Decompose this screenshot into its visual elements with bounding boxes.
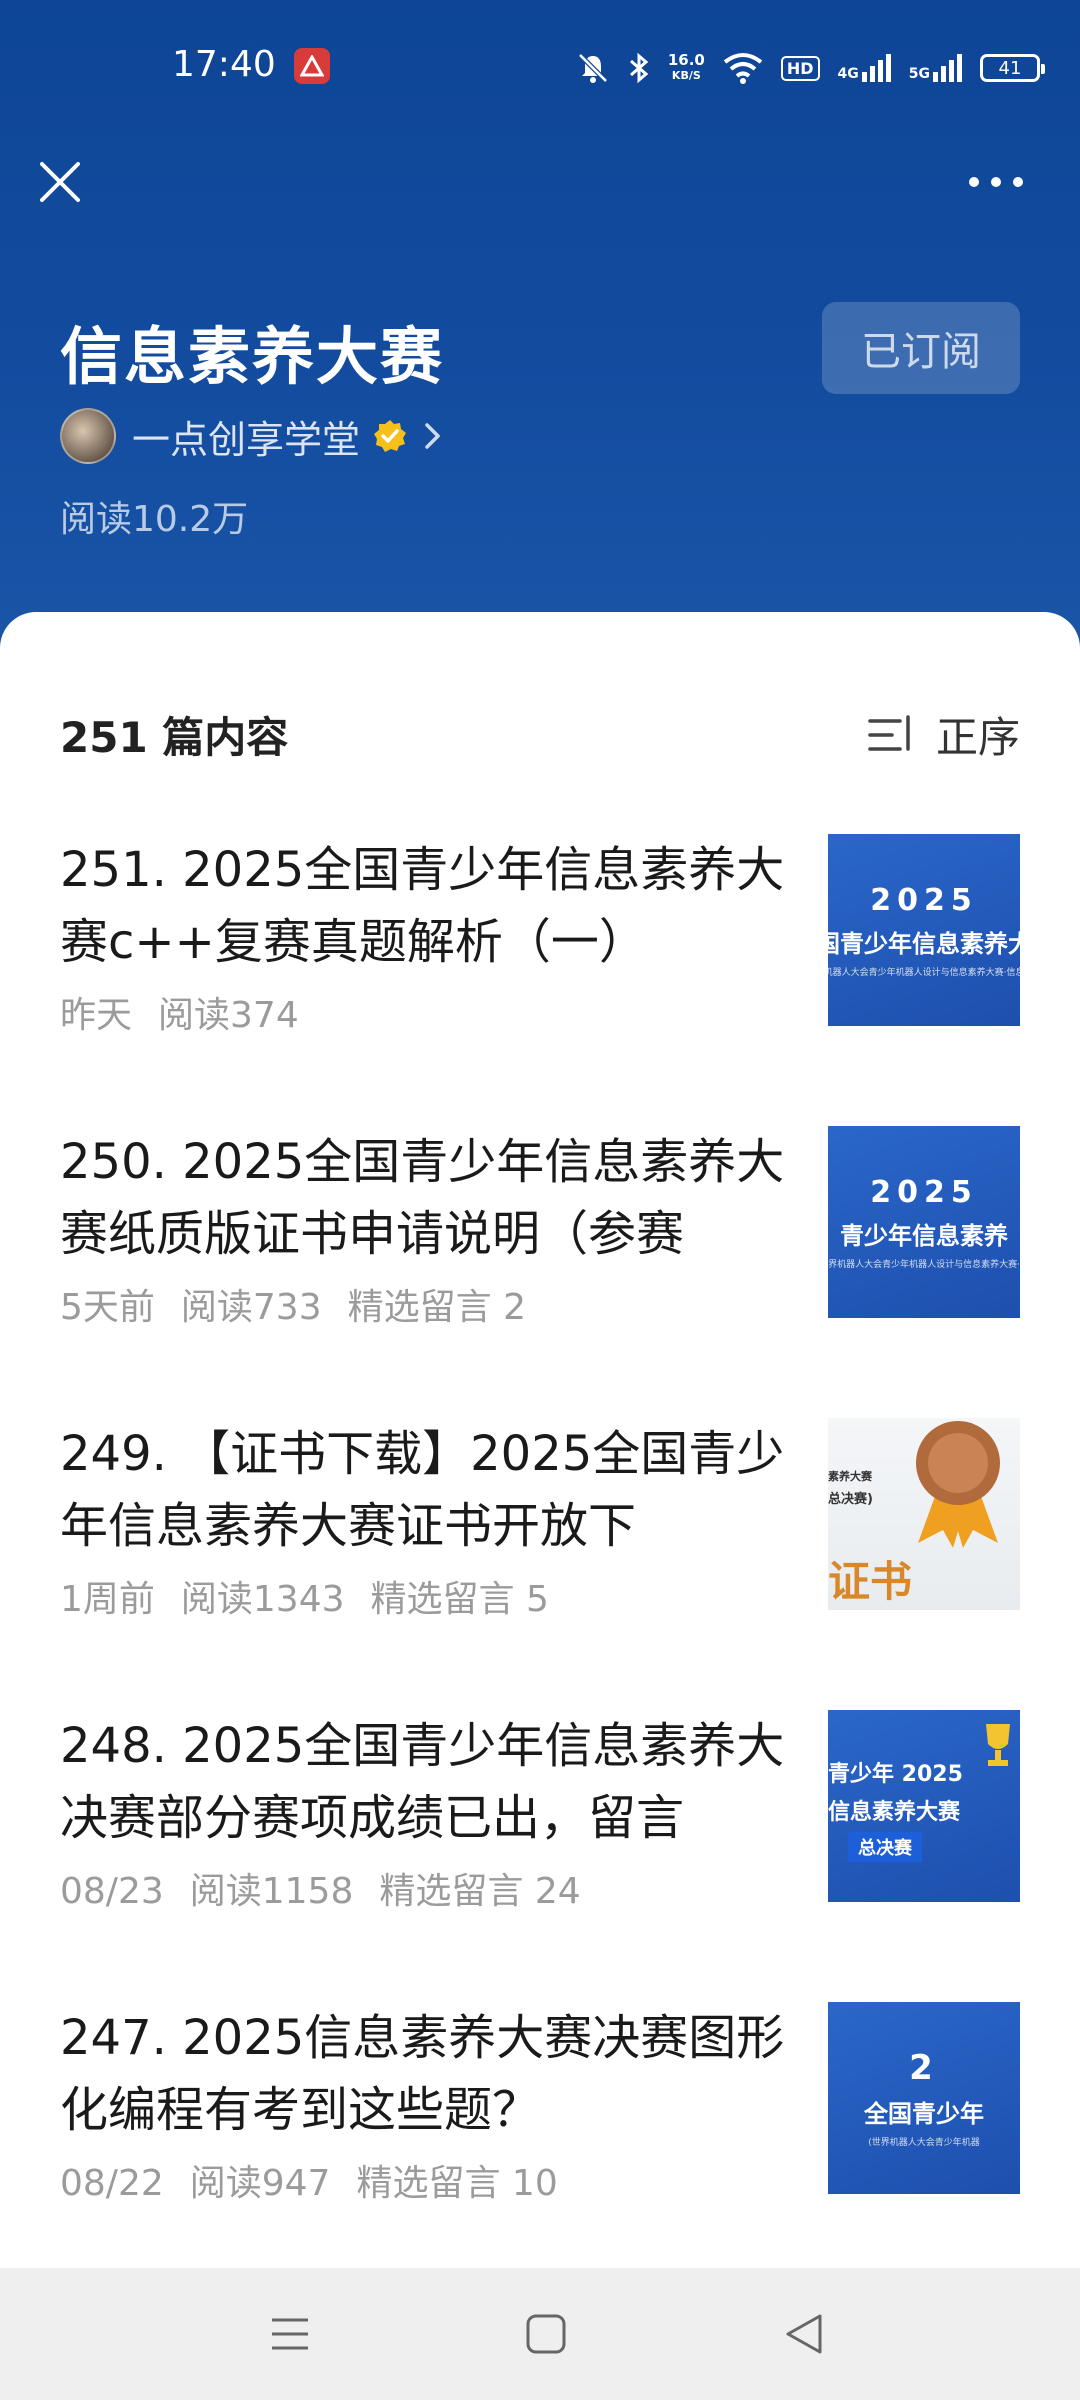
wifi-icon: [723, 53, 763, 84]
article-title: 248. 2025全国青少年信息素养大决赛部分赛项成绩已出，留言: [60, 1718, 785, 1846]
author-link[interactable]: 一点创享学堂: [60, 408, 444, 464]
status-time: 17:40: [172, 44, 276, 85]
article-reads: 阅读733: [180, 1287, 322, 1328]
total-reads: 阅读10.2万: [60, 499, 249, 540]
bluetooth-icon: [629, 52, 649, 84]
article-thumbnail: 2025 国青少年信息素养大 世界机器人大会青少年机器人设计与信息素养大赛·信息…: [828, 834, 1020, 1026]
article-comments: 精选留言 10: [356, 2163, 558, 2204]
close-icon[interactable]: [36, 158, 84, 206]
article-title: 250. 2025全国青少年信息素养大赛纸质版证书申请说明（参赛: [60, 1134, 785, 1262]
article-time: 1周前: [60, 1579, 155, 1620]
trophy-icon: [986, 1724, 1010, 1766]
signal-4g-icon: 4G: [838, 54, 891, 82]
more-icon[interactable]: [966, 166, 1026, 198]
header: 17:40 16.0 KB/S HD 4G 5G 41 信息素养大赛 已订阅 一…: [0, 0, 1080, 660]
article-meta: 5天前 阅读733 精选留言 2: [60, 1278, 552, 1330]
article-time: 08/22: [60, 2163, 164, 2204]
verified-badge-icon: [374, 420, 407, 452]
status-icons: 16.0 KB/S HD 4G 5G 41: [576, 44, 1045, 92]
article-meta: 08/22 阅读947 精选留言 10: [60, 2154, 584, 2206]
article-time: 08/23: [60, 1871, 164, 1912]
article-comments: 精选留言 5: [370, 1579, 549, 1620]
article-comments: 精选留言 24: [379, 1871, 581, 1912]
app-red-icon: [294, 48, 330, 84]
hd-icon: HD: [780, 55, 820, 81]
article-time: 昨天: [60, 995, 133, 1036]
subscribed-button[interactable]: 已订阅: [822, 302, 1020, 394]
author-name: 一点创享学堂: [132, 417, 361, 462]
article-meta: 08/23 阅读1158 精选留言 24: [60, 1862, 607, 1914]
article-item[interactable]: 248. 2025全国青少年信息素养大决赛部分赛项成绩已出，留言 08/23 阅读…: [0, 1710, 1080, 2004]
article-title: 249. 【证书下载】2025全国青少年信息素养大赛证书开放下: [60, 1426, 785, 1554]
article-item[interactable]: 247. 2025信息素养大赛决赛图形化编程有考到这些题？ 08/22 阅读947…: [0, 2002, 1080, 2296]
article-comments: 精选留言 2: [347, 1287, 526, 1328]
sort-icon: [868, 714, 910, 751]
article-title: 247. 2025信息素养大赛决赛图形化编程有考到这些题？: [60, 2010, 785, 2138]
signal-5g-icon: 5G: [909, 54, 962, 82]
avatar: [60, 408, 116, 464]
article-item[interactable]: 250. 2025全国青少年信息素养大赛纸质版证书申请说明（参赛 5天前 阅读73…: [0, 1126, 1080, 1420]
net-speed: 16.0 KB/S: [667, 51, 705, 82]
mute-bell-icon: [578, 53, 608, 83]
article-thumbnail: 2 全国青少年 (世界机器人大会青少年机器: [828, 2002, 1020, 2194]
article-reads: 阅读1158: [189, 1871, 354, 1912]
article-thumbnail: 青少年 2025 信息素养大赛 总决赛: [828, 1710, 1020, 1902]
article-meta: 昨天 阅读374: [60, 986, 351, 1038]
article-count: 251 篇内容: [60, 713, 289, 762]
article-meta: 1周前 阅读1343 精选留言 5: [60, 1570, 575, 1622]
article-list-sheet: 251 篇内容 正序 251. 2025全国青少年信息素养大赛c++复赛真题解析…: [0, 612, 1080, 2268]
article-item[interactable]: 249. 【证书下载】2025全国青少年信息素养大赛证书开放下 1周前 阅读134…: [0, 1418, 1080, 1712]
battery-icon: 41: [980, 54, 1045, 82]
back-nav-icon[interactable]: [782, 2312, 826, 2356]
home-nav-icon[interactable]: [524, 2312, 568, 2356]
article-time: 5天前: [60, 1287, 155, 1328]
sort-label: 正序: [935, 713, 1020, 762]
article-title: 251. 2025全国青少年信息素养大赛c++复赛真题解析（一）: [60, 842, 785, 970]
article-reads: 阅读947: [189, 2163, 331, 2204]
medal-icon: [916, 1421, 1000, 1548]
article-thumbnail: 素养大赛 总决赛) 证书: [828, 1418, 1020, 1610]
article-reads: 阅读374: [158, 995, 299, 1036]
collection-title: 信息素养大赛: [60, 320, 445, 393]
chevron-right-icon: [425, 423, 440, 449]
article-item[interactable]: 251. 2025全国青少年信息素养大赛c++复赛真题解析（一） 昨天 阅读374…: [0, 834, 1080, 1128]
sort-toggle[interactable]: 正序: [868, 704, 1020, 765]
system-nav-bar: [0, 2268, 1080, 2400]
menu-nav-icon[interactable]: [268, 2312, 312, 2356]
article-thumbnail: 2025 青少年信息素养 世界机器人大会青少年机器人设计与信息素养大赛·信: [828, 1126, 1020, 1318]
article-reads: 阅读1343: [180, 1579, 345, 1620]
